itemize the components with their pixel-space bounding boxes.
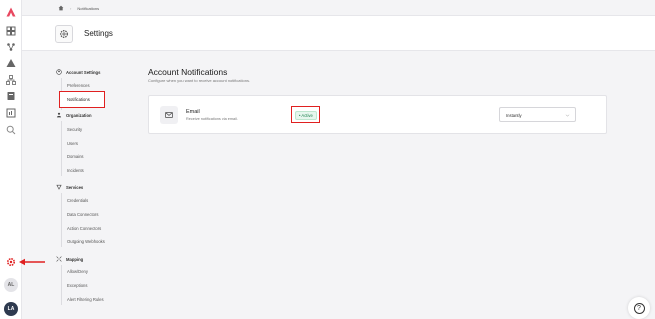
page-title: Settings (84, 29, 113, 38)
services-icon (56, 184, 62, 190)
email-card-title: Email (186, 109, 200, 115)
nav-item-users[interactable]: Users (67, 141, 78, 146)
nav-divider (61, 121, 62, 176)
organization-icon (56, 112, 62, 118)
mapping-icon (56, 256, 62, 262)
hierarchy-icon[interactable] (6, 75, 16, 85)
chevron-down-icon (565, 114, 570, 117)
settings-gear-icon[interactable] (6, 257, 16, 267)
nav-section-label: Services (66, 184, 84, 190)
nav-item-outgoing-webhooks[interactable]: Outgoing Webhooks (67, 239, 105, 244)
active-status-toggle[interactable]: • Active (295, 111, 317, 120)
nav-section-account-settings[interactable]: Account Settings (56, 69, 100, 75)
frequency-value: Instantly (506, 113, 522, 118)
nav-section-mapping[interactable]: Mapping (56, 256, 83, 262)
section-subtitle: Configure when you want to receive accou… (148, 78, 251, 83)
nav-section-services[interactable]: Services (56, 184, 83, 190)
nav-item-credentials[interactable]: Credentials (67, 198, 88, 203)
breadcrumb: › Notifications (58, 5, 99, 11)
mail-icon (160, 106, 178, 124)
nav-item-incidents[interactable]: Incidents (67, 168, 84, 173)
frequency-select[interactable]: Instantly (499, 107, 576, 122)
nav-section-organization[interactable]: Organization (56, 112, 92, 118)
alert-icon[interactable] (6, 58, 16, 68)
nav-divider (61, 193, 62, 247)
avatar-al[interactable]: AL (4, 278, 18, 292)
nav-item-data-connectors[interactable]: Data Connectors (67, 212, 98, 217)
nav-item-allow-deny[interactable]: Allow/Deny (67, 269, 88, 274)
status-label: Active (301, 113, 313, 118)
active-status-highlight: • Active (291, 106, 320, 123)
nav-item-preferences[interactable]: Preferences (67, 83, 90, 88)
nav-section-label: Organization (66, 112, 92, 118)
top-bar: › Notifications (22, 0, 655, 16)
workflow-icon[interactable] (6, 42, 16, 52)
breadcrumb-separator: › (70, 5, 72, 11)
help-question-icon: ? (633, 302, 645, 314)
nav-item-action-connectors[interactable]: Action Connectors (67, 226, 101, 231)
page-header: Settings (22, 16, 655, 51)
nav-item-domains[interactable]: Domains (67, 154, 84, 159)
user-circle-icon (56, 69, 62, 75)
icon-rail: AL LA (0, 0, 22, 319)
search-icon[interactable] (6, 125, 16, 135)
annotation-arrow (19, 258, 45, 266)
nav-section-label: Account Settings (66, 69, 101, 75)
dashboard-icon[interactable] (6, 26, 16, 36)
avatar-la[interactable]: LA (4, 302, 18, 316)
email-card-description: Receive notifications via email. (186, 117, 238, 121)
book-icon[interactable] (6, 91, 16, 101)
section-title: Account Notifications (148, 67, 228, 77)
settings-header-icon (55, 25, 73, 43)
logo-icon[interactable] (6, 7, 16, 17)
nav-divider (61, 265, 62, 305)
nav-item-alert-filtering-rules[interactable]: Alert Filtering Rules (67, 297, 104, 302)
nav-item-label: Notifications (67, 97, 90, 102)
reports-icon[interactable] (6, 108, 16, 118)
nav-item-exceptions[interactable]: Exceptions (67, 283, 87, 288)
nav-section-label: Mapping (66, 256, 84, 262)
breadcrumb-current: Notifications (77, 5, 100, 11)
email-notification-card: Email Receive notifications via email. •… (148, 95, 607, 134)
nav-item-security[interactable]: Security (67, 127, 82, 132)
nav-item-notifications[interactable]: Notifications (59, 91, 105, 108)
help-button[interactable]: ? (628, 297, 650, 319)
home-icon[interactable] (58, 5, 64, 11)
